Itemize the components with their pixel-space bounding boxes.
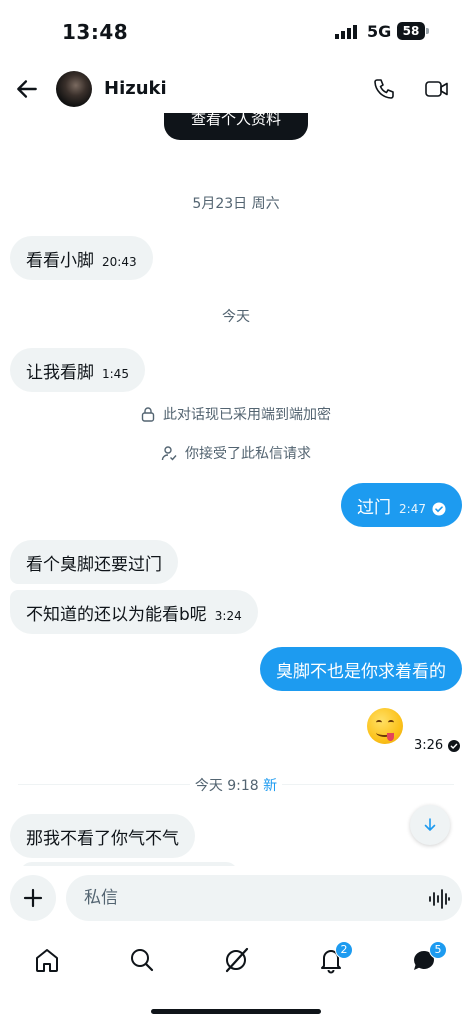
request-accepted-text: 你接受了此私信请求 xyxy=(185,446,311,462)
status-time: 13:48 xyxy=(62,20,129,44)
scroll-to-bottom-button[interactable] xyxy=(410,805,450,845)
message-time: 1:45 xyxy=(102,367,129,381)
message-time: 3:26 xyxy=(414,738,444,753)
message-time: 20:43 xyxy=(102,255,137,269)
message-text: 看看小脚 xyxy=(26,250,94,271)
user-check-icon xyxy=(161,446,177,461)
network-type: 5G xyxy=(367,22,392,41)
voice-waveform-icon[interactable] xyxy=(428,889,450,909)
message-bubble-incoming[interactable]: 那我不看了你气不气 xyxy=(10,814,195,858)
message-input[interactable] xyxy=(66,875,462,921)
back-arrow-icon[interactable] xyxy=(14,76,40,102)
new-badge: 新 xyxy=(263,778,278,794)
messages-badge: 5 xyxy=(429,941,447,959)
date-separator: 5月23日 周六 xyxy=(192,196,280,212)
video-call-icon[interactable] xyxy=(424,77,450,101)
message-text: 过门 xyxy=(357,497,392,518)
emoji-face-icon[interactable] xyxy=(367,708,403,744)
message-bubble-incoming[interactable]: 看看小脚 20:43 xyxy=(10,236,153,280)
read-check-icon xyxy=(448,739,461,752)
emoji-message-time: 3:26 xyxy=(414,738,461,753)
avatar[interactable] xyxy=(56,71,92,107)
encryption-text: 此对话现已采用端到端加密 xyxy=(163,407,331,423)
message-bubble-incoming[interactable]: 让我看脚 1:45 xyxy=(10,348,145,392)
message-text: 那我不看了你气不气 xyxy=(26,828,179,849)
message-bubble-outgoing[interactable]: 臭脚不也是你求着看的 xyxy=(260,647,462,691)
battery-icon: 58 xyxy=(397,22,429,40)
message-text: 看个臭脚还要过门 xyxy=(26,554,162,575)
plus-icon xyxy=(23,888,43,908)
message-bubble-outgoing[interactable]: 过门 2:47 xyxy=(341,483,462,527)
grok-icon[interactable] xyxy=(222,946,250,974)
read-check-icon xyxy=(432,502,446,516)
search-icon[interactable] xyxy=(128,946,156,974)
home-icon[interactable] xyxy=(33,946,61,974)
view-profile-button[interactable]: 查看个人资料 xyxy=(164,113,308,140)
message-time: 2:47 xyxy=(399,502,426,516)
message-text: 不知道的还以为能看b呢 xyxy=(26,604,207,625)
arrow-down-icon xyxy=(424,818,436,831)
cellular-signal-icon xyxy=(335,25,357,39)
home-indicator xyxy=(151,1009,321,1014)
new-messages-label: 今天 9:18 新 xyxy=(190,775,282,795)
message-text: 让我看脚 xyxy=(26,362,94,383)
contact-name[interactable]: Hizuki xyxy=(104,78,167,99)
phone-icon[interactable] xyxy=(372,77,396,101)
message-bubble-incoming[interactable]: 看个臭脚还要过门 xyxy=(10,540,178,584)
encryption-notice: 此对话现已采用端到端加密 xyxy=(0,404,472,424)
date-separator: 今天 xyxy=(222,309,250,325)
lock-icon xyxy=(141,407,155,422)
new-messages-time: 今天 9:18 xyxy=(194,778,259,794)
add-attachment-button[interactable] xyxy=(10,875,56,921)
request-accepted-notice: 你接受了此私信请求 xyxy=(0,443,472,463)
battery-level: 58 xyxy=(397,22,425,40)
notifications-badge: 2 xyxy=(335,941,353,959)
message-bubble-incoming[interactable]: 不知道的还以为能看b呢 3:24 xyxy=(10,590,258,634)
message-time: 3:24 xyxy=(214,609,242,623)
message-text: 臭脚不也是你求着看的 xyxy=(276,661,446,682)
